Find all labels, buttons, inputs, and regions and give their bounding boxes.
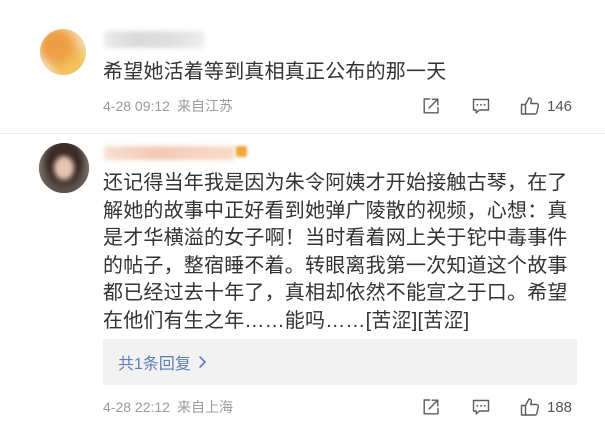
comment-button[interactable] — [470, 396, 492, 418]
comment-text-line: 希望她活着等到真相真正公布的那一天 — [103, 61, 447, 83]
share-icon — [423, 399, 439, 415]
comment-icon — [472, 98, 490, 114]
comment-text: 还记得当年我是因为朱令阿姨才开始接触古琴，在了 解她的故事中正好看到她弹广陵散的… — [103, 170, 581, 335]
thumbs-up-icon — [520, 97, 540, 115]
comment-text-line: 还记得当年我是因为朱令阿姨才开始接触古琴，在了 — [103, 172, 568, 194]
view-replies-link[interactable]: 共1条回复 — [103, 339, 577, 385]
comment-icon — [472, 399, 490, 415]
comment-text: 希望她活着等到真相真正公布的那一天 — [103, 57, 581, 87]
like-button[interactable]: 188 — [519, 396, 572, 418]
share-button[interactable] — [420, 95, 442, 117]
comment-meta: 4-28 22:12 来自上海 — [103, 397, 233, 417]
like-count: 188 — [547, 398, 573, 416]
comment-text-line: 的帖子，整宿睡不着。转眼离我第一次知道这个故事 — [103, 254, 568, 277]
comment-time: 4-28 22:12 — [103, 399, 170, 415]
avatar[interactable] — [40, 29, 86, 75]
comment-button[interactable] — [470, 95, 492, 117]
comment-item: 希望她活着等到真相真正公布的那一天 4-28 09:12 来自江苏 146 — [0, 0, 605, 133]
avatar[interactable] — [39, 143, 89, 193]
reply-summary: 共1条回复 — [118, 356, 191, 373]
thumbs-up-icon — [520, 398, 540, 416]
like-button[interactable]: 146 — [519, 95, 572, 117]
comment-text-line: 是才华横溢的女子啊！当时看着网上关于铊中毒事件 — [103, 227, 568, 249]
comment-text-line: 解她的故事中正好看到她弹广陵散的视频，心想：真 — [103, 199, 568, 222]
comment-source: 来自上海 — [176, 399, 233, 415]
comment-text-line: 都已经过去十年了，真相却依然不能宣之于口。希望 — [103, 282, 568, 304]
comment-text-line: 在他们有生之年……能吗……[苦涩][苦涩] — [103, 309, 470, 332]
username[interactable] — [104, 31, 205, 48]
comment-meta: 4-28 09:12 来自江苏 — [103, 96, 233, 116]
username[interactable] — [104, 146, 235, 160]
comment-source: 来自江苏 — [176, 98, 233, 114]
share-icon — [423, 98, 439, 114]
chevron-right-icon — [199, 356, 206, 368]
like-count: 146 — [547, 97, 573, 115]
comment-item: 还记得当年我是因为朱令阿姨才开始接触古琴，在了 解她的故事中正好看到她弹广陵散的… — [0, 134, 605, 433]
share-button[interactable] — [420, 396, 442, 418]
comment-time: 4-28 09:12 — [103, 98, 170, 114]
user-badge-icon — [236, 146, 247, 157]
